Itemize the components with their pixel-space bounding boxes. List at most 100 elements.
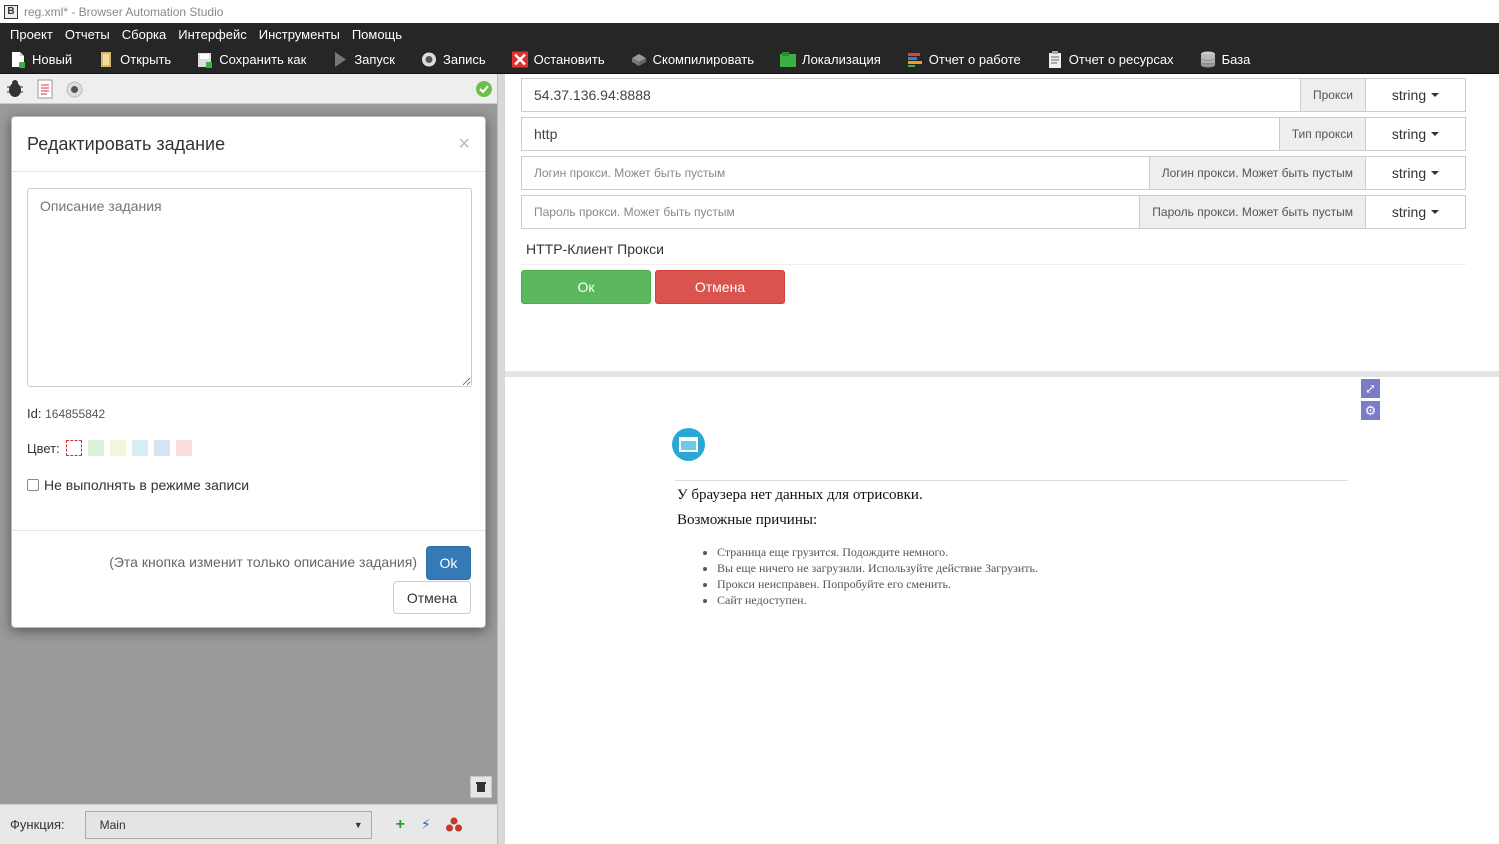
menu-bar: Проект Отчеты Сборка Интерфейс Инструмен… — [0, 23, 1499, 45]
list-item: Страница еще грузится. Подождите немного… — [717, 544, 1038, 560]
document-icon[interactable] — [37, 79, 53, 99]
color-swatch-none[interactable] — [65, 440, 82, 456]
menu-build[interactable]: Сборка — [116, 27, 173, 42]
app-icon: B — [4, 4, 18, 19]
menu-interface[interactable]: Интерфейс — [172, 27, 252, 42]
open-label: Открыть — [120, 51, 172, 67]
bug-icon[interactable] — [6, 80, 24, 98]
add-function-icon[interactable]: + — [396, 816, 405, 834]
localization-button[interactable]: Локализация — [780, 51, 881, 68]
skip-in-record-checkbox[interactable] — [27, 479, 39, 491]
reasons-list: Страница еще грузится. Подождите немного… — [717, 544, 1038, 608]
menu-reports[interactable]: Отчеты — [59, 27, 116, 42]
edit-task-dialog: Редактировать задание × Id: 164855842 Цв… — [11, 116, 486, 628]
skip-in-record-row[interactable]: Не выполнять в режиме записи — [27, 477, 249, 493]
proxy-login-type-dropdown[interactable]: string — [1366, 156, 1466, 190]
action-form: 54.37.136.94:8888 Прокси string http Тип… — [505, 74, 1499, 371]
footer-note: (Эта кнопка изменит только описание зада… — [109, 554, 417, 570]
clipboard-icon — [1048, 50, 1061, 68]
resource-report-button[interactable]: Отчет о ресурсах — [1047, 50, 1174, 68]
action-section-label: HTTP-Клиент Прокси — [526, 241, 664, 257]
fullscreen-icon[interactable]: ⤢ — [1361, 379, 1380, 398]
proxy-password-type-value: string — [1391, 204, 1427, 220]
trash-icon[interactable] — [470, 776, 492, 798]
section-divider — [521, 264, 1466, 265]
list-item: Сайт недоступен. — [717, 592, 1038, 608]
run-button[interactable]: Запуск — [332, 51, 395, 68]
menu-tools[interactable]: Инструменты — [253, 27, 346, 42]
proxy-addon: Прокси — [1299, 78, 1366, 112]
database-button[interactable]: База — [1200, 51, 1250, 68]
dialog-ok-button[interactable]: Ok — [426, 546, 471, 580]
title-bar: B reg.xml* - Browser Automation Studio — [0, 0, 1499, 23]
record-button[interactable]: Запись — [421, 51, 486, 68]
new-label: Новый — [32, 51, 73, 67]
compile-button[interactable]: Скомпилировать — [631, 51, 754, 68]
color-swatch-cyan[interactable] — [131, 440, 148, 456]
work-report-label: Отчет о работе — [928, 51, 1021, 67]
localization-label: Локализация — [802, 51, 881, 67]
proxy-kind-type-dropdown[interactable]: string — [1366, 117, 1466, 151]
work-report-button[interactable]: Отчет о работе — [907, 51, 1021, 68]
menu-help[interactable]: Помощь — [346, 27, 408, 42]
color-swatch-beige[interactable] — [109, 440, 126, 456]
proxy-input[interactable]: 54.37.136.94:8888 — [521, 78, 1300, 112]
proxy-type-dropdown[interactable]: string — [1366, 78, 1466, 112]
dialog-footer: (Эта кнопка изменит только описание зада… — [12, 530, 485, 627]
close-icon[interactable]: × — [458, 133, 470, 156]
record-icon — [421, 52, 436, 66]
dropdown-arrow-icon: ▼ — [353, 819, 363, 830]
function-bar: Функция: Main ▼ + ⚡ — [0, 804, 497, 844]
nodata-divider — [675, 480, 1348, 481]
proxy-type-value: string — [1391, 87, 1427, 103]
color-swatch-pink[interactable] — [175, 440, 192, 456]
save-as-label: Сохранить как — [219, 51, 307, 67]
menu-project[interactable]: Проект — [4, 27, 59, 42]
browser-view: ⤢ ⚙ У браузера нет данных для отрисовки.… — [505, 377, 1499, 844]
proxy-password-type-dropdown[interactable]: string — [1366, 195, 1466, 229]
localization-icon — [780, 51, 797, 67]
color-swatch-green[interactable] — [87, 440, 104, 456]
form-cancel-button[interactable]: Отмена — [655, 270, 785, 304]
function-select[interactable]: Main ▼ — [84, 810, 372, 839]
skip-in-record-label: Не выполнять в режиме записи — [44, 477, 250, 493]
functions-tree-icon[interactable] — [445, 817, 463, 833]
proxy-login-row: Логин прокси. Может быть пустым Логин пр… — [521, 156, 1466, 190]
dialog-cancel-button[interactable]: Отмена — [393, 581, 471, 614]
new-file-icon — [12, 51, 25, 68]
lightning-icon[interactable]: ⚡ — [421, 816, 431, 833]
proxy-kind-input[interactable]: http — [521, 117, 1279, 151]
form-ok-button[interactable]: Ок — [521, 270, 651, 304]
record-dot-icon[interactable] — [66, 81, 83, 98]
caret-icon — [1431, 93, 1440, 97]
stop-icon — [511, 51, 528, 67]
resource-report-label: Отчет о ресурсах — [1068, 51, 1174, 67]
save-as-button[interactable]: Сохранить как — [197, 51, 306, 68]
task-description-input[interactable] — [27, 188, 472, 387]
vertical-splitter[interactable] — [497, 74, 505, 844]
id-label: Id: — [27, 406, 42, 421]
browser-window-icon — [672, 428, 705, 461]
caret-icon — [1431, 210, 1440, 214]
open-button[interactable]: Открыть — [98, 51, 171, 68]
browser-side-icons: ⤢ ⚙ — [1361, 379, 1380, 423]
proxy-login-input[interactable]: Логин прокси. Может быть пустым — [521, 156, 1149, 190]
id-value: 164855842 — [45, 407, 106, 421]
proxy-password-addon: Пароль прокси. Может быть пустым — [1139, 195, 1366, 229]
open-door-icon — [101, 51, 112, 67]
caret-icon — [1431, 171, 1440, 175]
record-label: Запись — [442, 51, 486, 67]
color-row: Цвет: — [27, 440, 192, 456]
proxy-password-input[interactable]: Пароль прокси. Может быть пустым — [521, 195, 1140, 229]
new-button[interactable]: Новый — [10, 51, 72, 68]
color-swatch-blue[interactable] — [153, 440, 170, 456]
main-toolbar: Новый Открыть Сохранить как Запуск Запис… — [0, 45, 1499, 74]
list-item: Вы еще ничего не загрузили. Используйте … — [717, 560, 1038, 576]
nodata-title: У браузера нет данных для отрисовки. — [677, 487, 923, 503]
proxy-login-addon: Логин прокси. Может быть пустым — [1148, 156, 1366, 190]
settings-gear-icon[interactable]: ⚙ — [1361, 401, 1380, 420]
color-label: Цвет: — [27, 440, 60, 456]
dialog-header: Редактировать задание × — [12, 117, 485, 172]
nodata-subtitle: Возможные причины: — [677, 512, 818, 528]
stop-button[interactable]: Остановить — [511, 51, 605, 68]
